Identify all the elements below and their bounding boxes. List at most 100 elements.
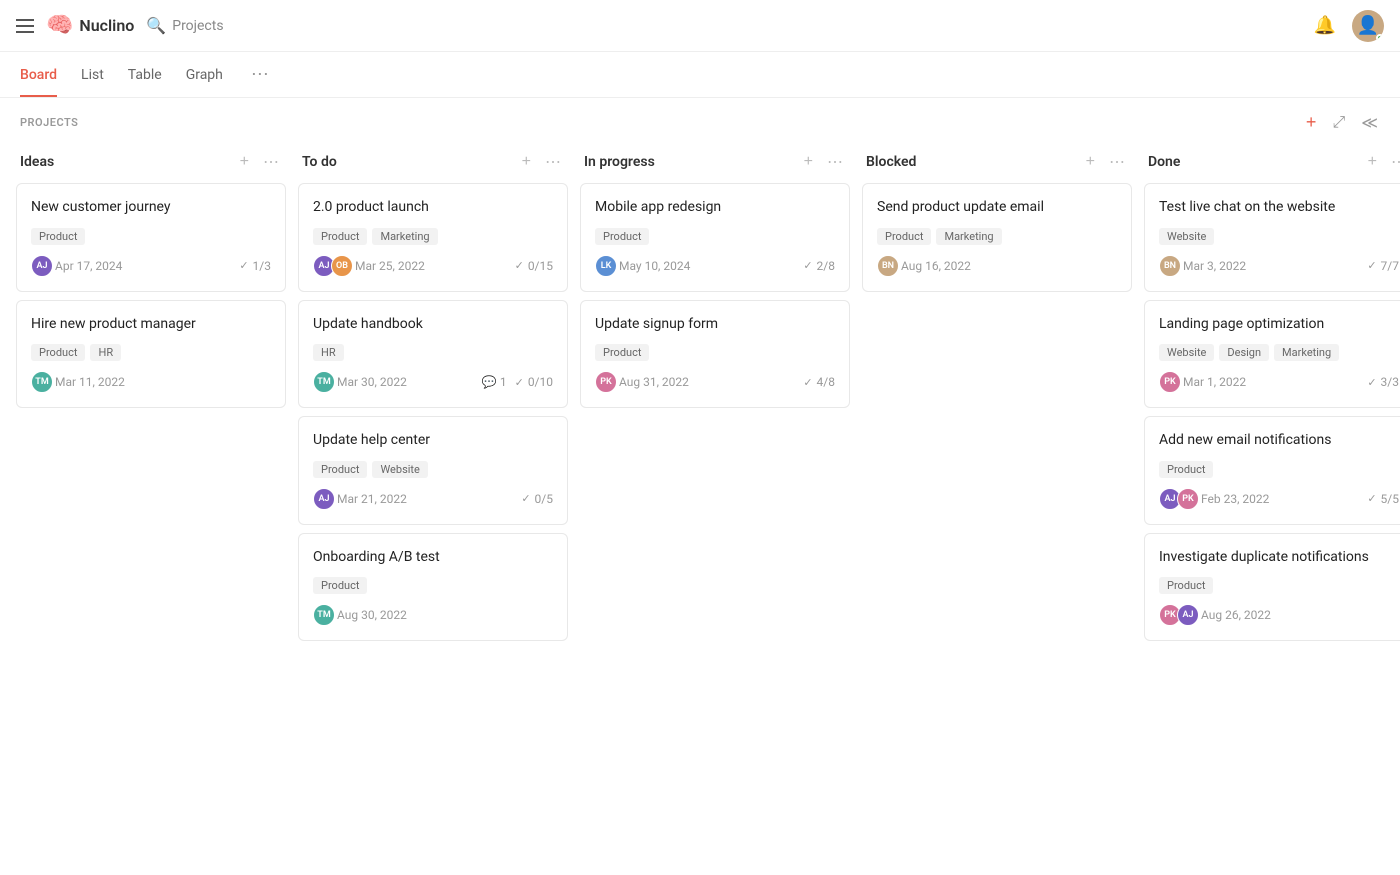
- tag-label: HR: [90, 344, 121, 361]
- card-date-c13: Aug 26, 2022: [1201, 608, 1271, 622]
- avatar: PK: [595, 371, 617, 393]
- card-comment-count: 💬1: [482, 375, 507, 389]
- card-progress-c10: ✓7/7: [1367, 259, 1399, 273]
- column-add-btn-ideas[interactable]: +: [237, 152, 252, 172]
- tag-label: Product: [1159, 461, 1213, 478]
- projects-action-buttons: + ⤢ ≪: [1304, 110, 1380, 135]
- checkmark-icon: ✓: [1367, 492, 1376, 505]
- card-avatars: AJ: [313, 488, 331, 510]
- card-c6[interactable]: Onboarding A/B testProductTMAug 30, 2022: [298, 533, 568, 642]
- add-project-button[interactable]: +: [1304, 110, 1319, 135]
- column-done: Done + ⋯ Test live chat on the websiteWe…: [1144, 143, 1400, 649]
- column-actions-blocked: + ⋯: [1083, 151, 1128, 173]
- card-date-c3: Mar 25, 2022: [355, 259, 425, 273]
- card-date-c11: Mar 1, 2022: [1183, 375, 1246, 389]
- card-right-meta: ✓5/5: [1367, 492, 1399, 506]
- view-tabs: Board List Table Graph ⋯: [0, 52, 1400, 98]
- card-date-c7: May 10, 2024: [619, 259, 690, 273]
- column-title-ideas: Ideas: [20, 154, 54, 170]
- progress-value: 2/8: [817, 259, 835, 273]
- card-avatars: TM: [31, 371, 49, 393]
- card-right-meta: 💬1 ✓0/10: [482, 375, 553, 389]
- card-footer-c3: AJOB Mar 25, 2022 ✓0/15: [313, 255, 553, 277]
- avatar: BN: [877, 255, 899, 277]
- card-c7[interactable]: Mobile app redesignProductLKMay 10, 2024…: [580, 183, 850, 292]
- tab-list[interactable]: List: [81, 53, 104, 97]
- collapse-button[interactable]: ≪: [1359, 111, 1380, 135]
- card-title-c1: New customer journey: [31, 198, 271, 218]
- card-avatars: AJ: [31, 255, 49, 277]
- avatar: BN: [1159, 255, 1181, 277]
- card-c1[interactable]: New customer journeyProductAJApr 17, 202…: [16, 183, 286, 292]
- column-actions-done: + ⋯: [1365, 151, 1400, 173]
- card-footer-c8: PKAug 31, 2022✓4/8: [595, 371, 835, 393]
- tag-label: Product: [595, 228, 649, 245]
- avatar: PK: [1159, 371, 1181, 393]
- card-tags-c12: Product: [1159, 461, 1399, 478]
- column-more-btn-ideas[interactable]: ⋯: [260, 151, 282, 173]
- user-avatar[interactable]: 👤: [1352, 10, 1384, 42]
- card-c4[interactable]: Update handbookHRTMMar 30, 2022💬1✓0/10: [298, 300, 568, 409]
- checkmark-icon: ✓: [1367, 259, 1376, 272]
- card-tags-c1: Product: [31, 228, 271, 245]
- card-date-c5: Mar 21, 2022: [337, 492, 407, 506]
- card-meta-c6: TMAug 30, 2022: [313, 604, 407, 626]
- column-more-btn-todo[interactable]: ⋯: [542, 151, 564, 173]
- card-footer-c4: TMMar 30, 2022💬1✓0/10: [313, 371, 553, 393]
- card-right-meta: ✓0/15: [515, 259, 553, 273]
- card-c3[interactable]: 2.0 product launchProductMarketingAJOBMa…: [298, 183, 568, 292]
- card-c10[interactable]: Test live chat on the websiteWebsiteBNMa…: [1144, 183, 1400, 292]
- card-c11[interactable]: Landing page optimizationWebsiteDesignMa…: [1144, 300, 1400, 409]
- expand-button[interactable]: ⤢: [1330, 112, 1347, 134]
- search-bar[interactable]: 🔍 Projects: [146, 16, 223, 35]
- card-footer-c6: TMAug 30, 2022: [313, 604, 553, 626]
- card-date-c2: Mar 11, 2022: [55, 375, 125, 389]
- card-title-c4: Update handbook: [313, 315, 553, 335]
- card-date-c10: Mar 3, 2022: [1183, 259, 1246, 273]
- avatar: AJ: [1177, 604, 1199, 626]
- card-tags-c13: Product: [1159, 577, 1399, 594]
- card-progress-c4: ✓0/10: [515, 375, 553, 389]
- card-c13[interactable]: Investigate duplicate notifications Produ…: [1144, 533, 1400, 642]
- card-right-meta: ✓1/3: [239, 259, 271, 273]
- column-add-btn-inprogress[interactable]: +: [801, 152, 816, 172]
- card-right-meta: ✓7/7: [1367, 259, 1399, 273]
- card-avatars: TM: [313, 604, 331, 626]
- card-title-c10: Test live chat on the website: [1159, 198, 1399, 218]
- card-c2[interactable]: Hire new product managerProductHRTMMar 1…: [16, 300, 286, 409]
- card-c12[interactable]: Add new email notificationsProductAJPKFe…: [1144, 416, 1400, 525]
- card-c9[interactable]: Send product update emailProductMarketin…: [862, 183, 1132, 292]
- tag-label: Product: [313, 228, 367, 245]
- column-add-btn-done[interactable]: +: [1365, 152, 1380, 172]
- hamburger-menu[interactable]: [16, 19, 34, 33]
- column-more-btn-blocked[interactable]: ⋯: [1106, 151, 1128, 173]
- card-avatars: AJOB: [313, 255, 349, 277]
- card-c8[interactable]: Update signup formProductPKAug 31, 2022✓…: [580, 300, 850, 409]
- column-header-done: Done + ⋯: [1144, 143, 1400, 183]
- card-title-c13: Investigate duplicate notifications: [1159, 548, 1399, 568]
- card-title-c7: Mobile app redesign: [595, 198, 835, 218]
- card-c5[interactable]: Update help centerProductWebsiteAJMar 21…: [298, 416, 568, 525]
- progress-value: 0/10: [528, 375, 553, 389]
- tag-label: Product: [31, 344, 85, 361]
- card-tags-c4: HR: [313, 344, 553, 361]
- tab-board[interactable]: Board: [20, 53, 57, 97]
- card-avatars: PK: [1159, 371, 1177, 393]
- card-progress-c1: ✓1/3: [239, 259, 271, 273]
- tag-label: HR: [313, 344, 344, 361]
- tab-table[interactable]: Table: [128, 53, 162, 97]
- checkmark-icon: ✓: [803, 259, 812, 272]
- column-add-btn-blocked[interactable]: +: [1083, 152, 1098, 172]
- tabs-more-button[interactable]: ⋯: [251, 64, 269, 85]
- card-avatars: TM: [313, 371, 331, 393]
- card-meta-c5: AJ Mar 21, 2022: [313, 488, 407, 510]
- tab-graph[interactable]: Graph: [186, 53, 223, 97]
- notifications-bell[interactable]: 🔔: [1314, 15, 1336, 36]
- tag-label: Product: [31, 228, 85, 245]
- column-add-btn-todo[interactable]: +: [519, 152, 534, 172]
- card-meta-c8: PKAug 31, 2022: [595, 371, 689, 393]
- board: Ideas + ⋯ New customer journeyProductAJA…: [16, 143, 1400, 649]
- column-more-btn-done[interactable]: ⋯: [1388, 151, 1400, 173]
- card-tags-c2: Product HR: [31, 344, 271, 361]
- column-more-btn-inprogress[interactable]: ⋯: [824, 151, 846, 173]
